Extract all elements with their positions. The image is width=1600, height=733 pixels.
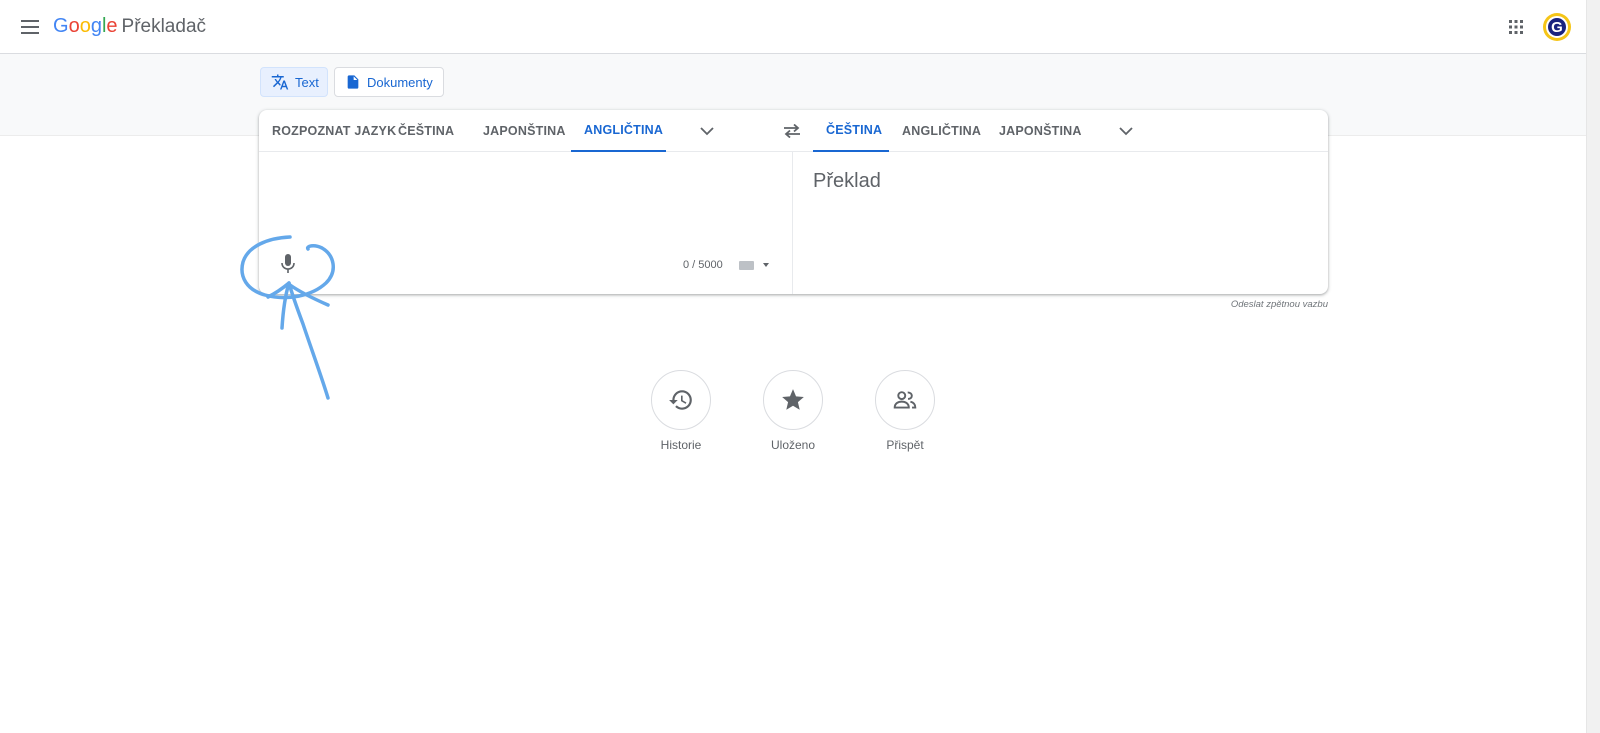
google-translate-logo[interactable]: Google Překladač [53,15,206,38]
contribute-button[interactable]: Přispět [875,370,935,452]
top-app-bar: Google Překladač G [0,0,1586,54]
history-button[interactable]: Historie [651,370,711,452]
microphone-icon[interactable] [276,252,300,276]
translation-output-placeholder: Překlad [813,170,881,192]
saved-label: Uloženo [770,438,816,452]
language-bar: ROZPOZNAT JAZYK ČEŠTINA JAPONŠTINA ANGLI… [259,110,1328,152]
history-icon [651,370,711,430]
keyboard-glyph [739,260,754,270]
annotation-arrow-stroke [280,281,330,400]
logo-letter: G [53,15,69,37]
source-lang-japanese[interactable]: JAPONŠTINA [470,110,579,152]
apps-grid-icon[interactable] [1504,15,1528,39]
account-avatar[interactable]: G [1543,13,1571,41]
page-scrollbar[interactable] [1586,0,1600,733]
product-name: Překladač [121,16,207,37]
contribute-label: Přispět [886,438,924,452]
target-lang-japanese[interactable]: JAPONŠTINA [986,110,1095,152]
mode-documents-label: Dokumenty [367,74,433,90]
document-icon [345,73,361,91]
mode-text-label: Text [295,74,319,90]
send-feedback-link[interactable]: Odeslat zpětnou vazbu [1200,299,1328,310]
keyboard-dropdown-caret-icon [763,263,769,267]
source-more-languages-chevron-icon[interactable] [695,119,719,143]
source-lang-czech[interactable]: ČEŠTINA [385,110,467,152]
target-more-languages-chevron-icon[interactable] [1114,119,1138,143]
avatar-letter: G [1546,16,1568,38]
logo-letter: e [106,15,118,37]
panel-divider [792,152,793,294]
hamburger-menu-icon[interactable] [18,15,42,39]
swap-languages-icon[interactable] [780,119,804,143]
translate-card: ROZPOZNAT JAZYK ČEŠTINA JAPONŠTINA ANGLI… [259,110,1328,294]
logo-letter: g [90,15,102,37]
mode-documents-button[interactable]: Dokumenty [334,67,444,97]
mode-text-button[interactable]: Text [260,67,328,97]
target-lang-english[interactable]: ANGLIČTINA [889,110,994,152]
source-text-input[interactable] [259,152,792,252]
source-lang-english[interactable]: ANGLIČTINA [571,110,666,152]
logo-letter: o [79,15,91,37]
logo-letter: o [68,15,80,37]
translate-icon [271,73,289,91]
people-icon [875,370,935,430]
character-count: 0 / 5000 [683,259,723,271]
star-icon [763,370,823,430]
history-label: Historie [660,438,702,452]
target-lang-czech[interactable]: ČEŠTINA [813,110,889,152]
keyboard-icon[interactable] [739,256,775,274]
saved-button[interactable]: Uloženo [763,370,823,452]
